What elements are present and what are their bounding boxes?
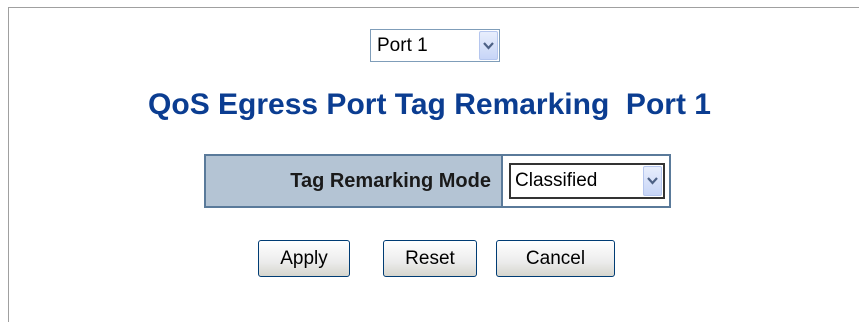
port-select[interactable]: Port 1 — [370, 29, 500, 62]
mode-select-value: Classified — [515, 170, 598, 191]
port-select-value: Port 1 — [377, 34, 428, 56]
tag-remarking-mode-select[interactable]: Classified — [509, 163, 665, 199]
chevron-down-icon[interactable] — [479, 31, 498, 60]
config-table: Tag Remarking Mode Classified — [204, 154, 671, 208]
reset-button[interactable]: Reset — [383, 240, 477, 277]
cancel-button[interactable]: Cancel — [496, 240, 615, 277]
chevron-down-icon[interactable] — [643, 166, 662, 196]
tag-remarking-mode-label: Tag Remarking Mode — [206, 156, 503, 206]
apply-button[interactable]: Apply — [258, 240, 350, 277]
page-title: QoS Egress Port Tag Remarking Port 1 — [148, 88, 711, 121]
